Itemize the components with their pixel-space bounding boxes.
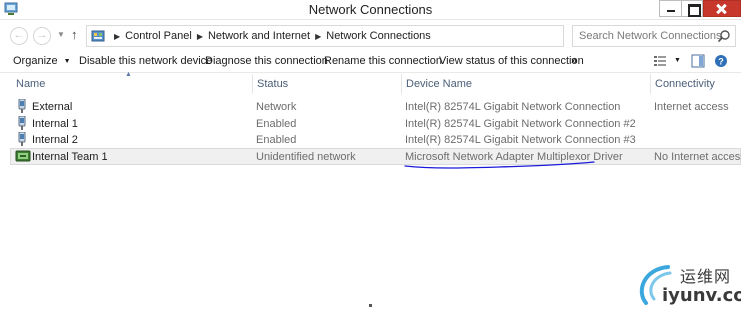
up-one-level-button[interactable]: ↑ bbox=[71, 27, 78, 42]
connection-status: Enabled bbox=[256, 118, 297, 130]
disable-device-button[interactable]: Disable this network device bbox=[79, 55, 212, 67]
list-item[interactable]: Internal 2 Enabled Intel(R) 82574L Gigab… bbox=[10, 132, 741, 148]
list-item[interactable]: Internal 1 Enabled Intel(R) 82574L Gigab… bbox=[10, 116, 741, 132]
breadcrumb-separator-icon[interactable]: ▶ bbox=[315, 32, 321, 41]
connection-name: Internal 1 bbox=[32, 118, 78, 130]
preview-pane-icon[interactable] bbox=[691, 54, 705, 68]
close-button[interactable] bbox=[703, 0, 741, 17]
change-view-icon[interactable] bbox=[653, 54, 667, 68]
view-options-dropdown-icon[interactable]: ▼ bbox=[674, 57, 681, 64]
connection-name: External bbox=[32, 101, 73, 113]
control-panel-icon bbox=[91, 30, 105, 42]
resize-marker bbox=[369, 304, 372, 307]
forward-button[interactable]: → bbox=[33, 27, 51, 45]
svg-text:?: ? bbox=[718, 57, 724, 67]
search-input[interactable] bbox=[579, 27, 721, 45]
title-bar: Network Connections bbox=[0, 0, 741, 20]
connection-status: Enabled bbox=[256, 134, 297, 146]
connection-status: Network bbox=[256, 101, 297, 113]
minimize-button[interactable] bbox=[659, 0, 681, 17]
watermark: 运维网 iyunv.com bbox=[636, 263, 741, 309]
network-adapter-icon bbox=[18, 99, 26, 113]
search-box[interactable] bbox=[572, 25, 736, 47]
breadcrumb-separator-icon[interactable]: ▶ bbox=[197, 32, 203, 41]
column-header-name[interactable]: Name bbox=[12, 74, 252, 94]
breadcrumb-network-connections[interactable]: Network Connections bbox=[326, 30, 431, 42]
maximize-button[interactable] bbox=[681, 0, 703, 17]
connection-name: Internal 2 bbox=[32, 134, 78, 146]
breadcrumb-network-and-internet[interactable]: Network and Internet bbox=[208, 30, 310, 42]
organize-label: Organize bbox=[13, 55, 58, 67]
network-adapter-icon bbox=[18, 132, 26, 146]
list-item-selected[interactable]: Internal Team 1 Unidentified network Mic… bbox=[10, 148, 741, 165]
list-item[interactable]: External Network Intel(R) 82574L Gigabit… bbox=[10, 99, 741, 115]
connection-device: Intel(R) 82574L Gigabit Network Connecti… bbox=[405, 134, 636, 146]
watermark-url: iyunv.com bbox=[662, 285, 741, 306]
rename-connection-button[interactable]: Rename this connection bbox=[324, 55, 442, 67]
annotation-underline bbox=[404, 161, 595, 169]
connection-name: Internal Team 1 bbox=[32, 151, 108, 163]
back-button[interactable]: ← bbox=[10, 27, 28, 45]
diagnose-connection-button[interactable]: Diagnose this connection bbox=[205, 55, 328, 67]
column-header-connectivity[interactable]: Connectivity bbox=[650, 74, 741, 94]
connection-connectivity: Internet access bbox=[654, 101, 729, 113]
column-header-device-name[interactable]: Device Name bbox=[401, 74, 650, 94]
breadcrumb-control-panel[interactable]: Control Panel bbox=[125, 30, 192, 42]
column-header-status[interactable]: Status bbox=[252, 74, 401, 94]
watermark-chinese-text: 运维网 bbox=[680, 267, 732, 286]
breadcrumb-separator-icon[interactable]: ▶ bbox=[114, 32, 120, 41]
connection-device: Intel(R) 82574L Gigabit Network Connecti… bbox=[405, 118, 636, 130]
breadcrumb: ▶ Control Panel ▶ Network and Internet ▶ Netw… bbox=[109, 30, 431, 42]
recent-locations-dropdown-icon[interactable]: ▼ bbox=[57, 30, 65, 39]
connection-connectivity: No Internet access bbox=[654, 151, 741, 163]
chevron-down-icon: ▼ bbox=[63, 58, 71, 65]
address-row: ← → ▼ ↑ ▶ Control Panel ▶ Network and Inter… bbox=[0, 21, 741, 51]
organize-menu-button[interactable]: Organize ▼ bbox=[13, 55, 71, 67]
command-bar: Organize ▼ Disable this network device Di… bbox=[0, 51, 741, 73]
connection-status: Unidentified network bbox=[256, 151, 356, 163]
network-adapter-icon bbox=[18, 116, 26, 130]
help-icon[interactable]: ? bbox=[714, 54, 728, 68]
view-status-button[interactable]: View status of this connection bbox=[439, 55, 584, 67]
more-commands-button[interactable]: » bbox=[571, 55, 577, 67]
address-bar[interactable]: ▶ Control Panel ▶ Network and Internet ▶ Netw… bbox=[86, 25, 646, 47]
team-adapter-icon bbox=[15, 150, 31, 162]
search-icon[interactable] bbox=[717, 29, 731, 43]
window-title: Network Connections bbox=[308, 2, 433, 17]
connection-device: Intel(R) 82574L Gigabit Network Connecti… bbox=[405, 101, 621, 113]
